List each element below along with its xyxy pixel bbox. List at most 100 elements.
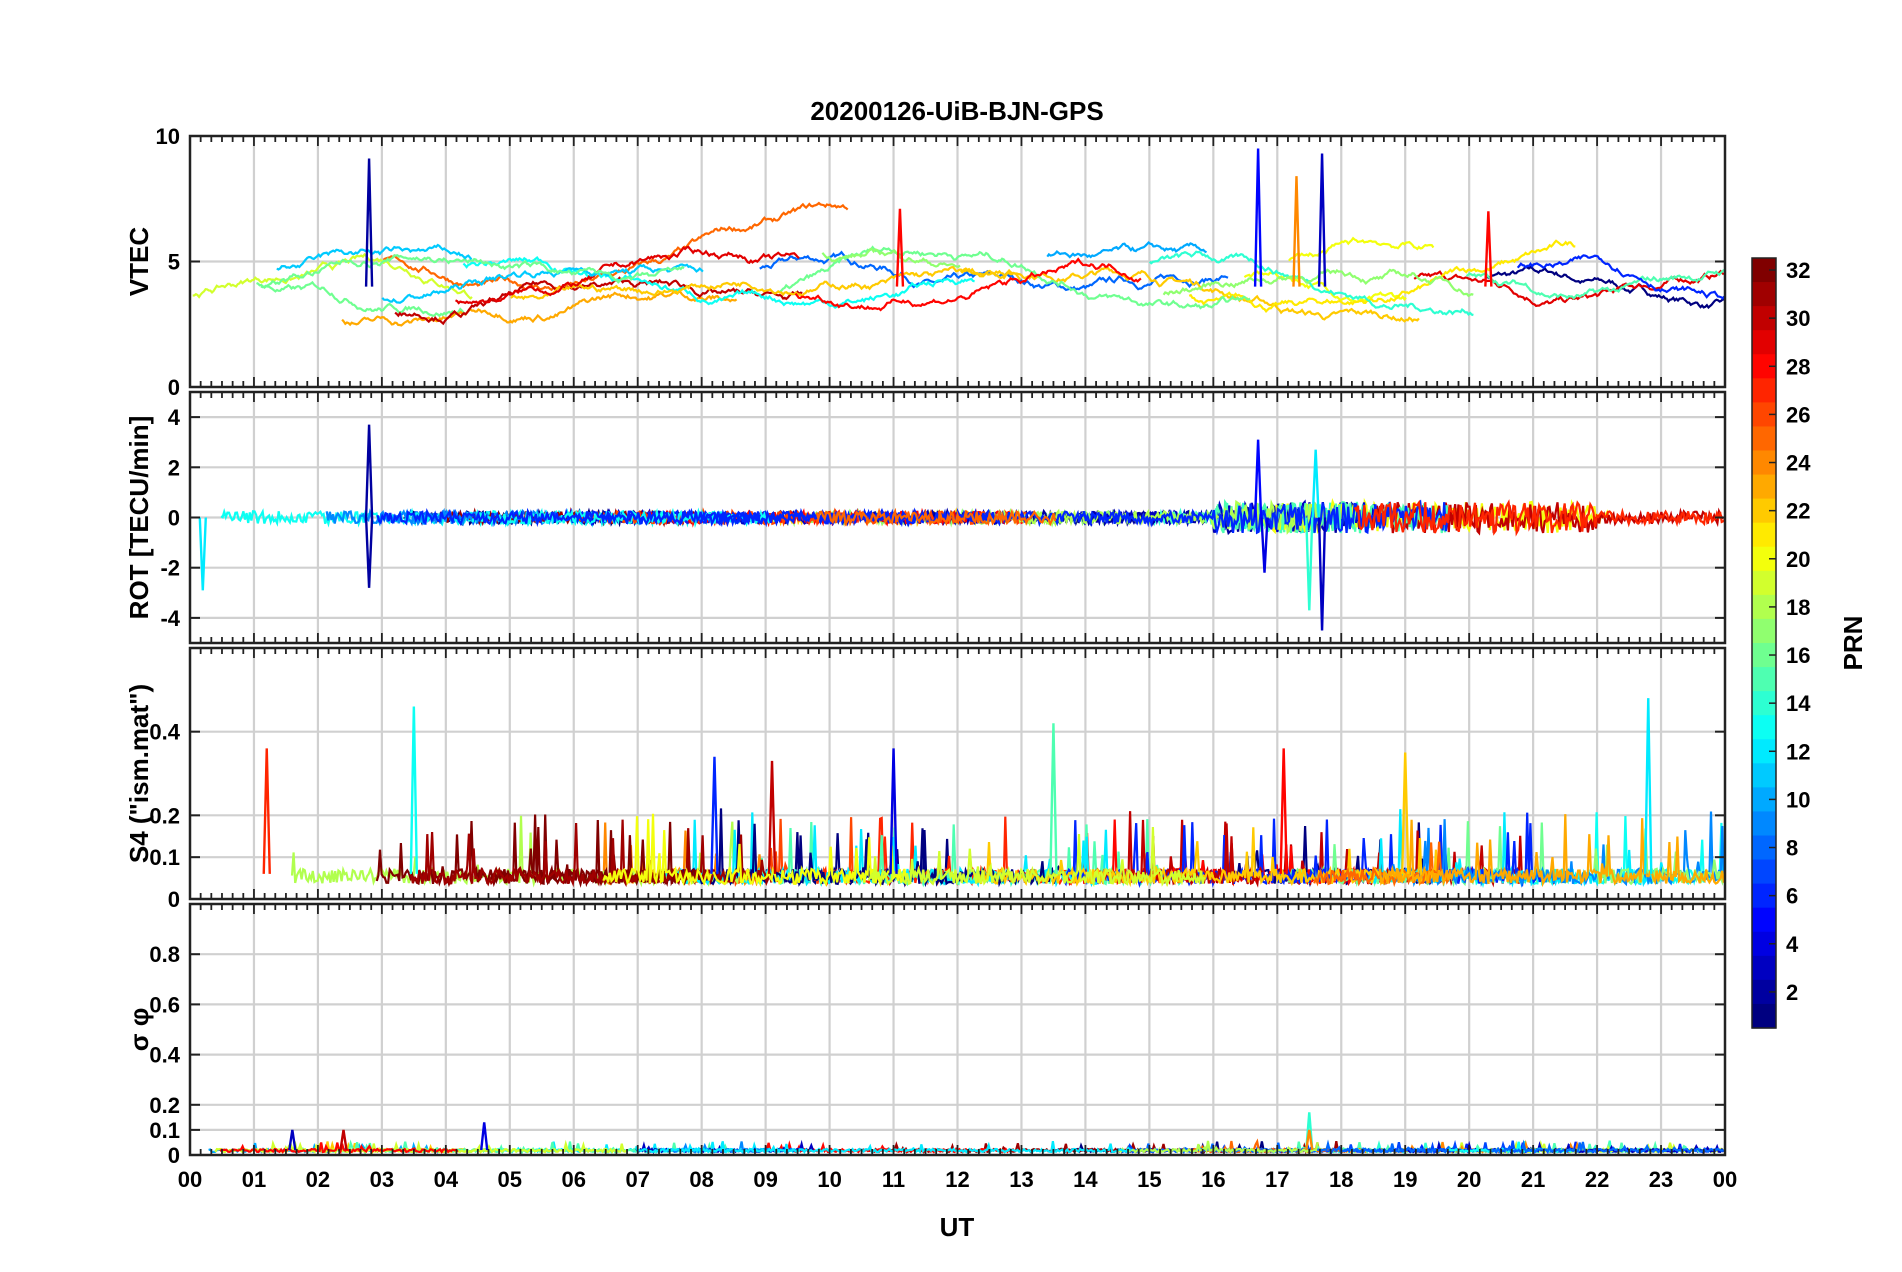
- y-axis-label: ROT [TECU/min]: [124, 416, 154, 620]
- data-spike: [198, 517, 207, 591]
- colorbar-band: [1752, 1003, 1776, 1029]
- colorbar-band: [1752, 570, 1776, 596]
- chart-figure: 20200126-UiB-BJN-GPS 0510VTEC-4-2024ROT …: [124, 96, 1868, 1242]
- y-tick-label: 5: [168, 250, 180, 275]
- x-tick-label: 10: [817, 1167, 841, 1192]
- colorbar-tick-label: 22: [1786, 499, 1810, 524]
- x-tick-label: 07: [625, 1167, 649, 1192]
- colorbar: 2468101214161820222426283032PRN: [1751, 257, 1868, 1029]
- y-tick-label: -2: [160, 556, 180, 581]
- data-spike: [364, 517, 374, 588]
- y-tick-label: 0: [168, 375, 180, 400]
- panel-vtec: 0 5 10 VTEC: [124, 124, 1727, 400]
- colorbar-band: [1752, 763, 1776, 788]
- panel-sigma_phi: 00.10.20.40.60.8σ φ00 01 02 03 04 05 06 07 08 09 1…: [124, 902, 1737, 1192]
- x-tick-label: 09: [753, 1167, 777, 1192]
- y-axis-label: VTEC: [124, 227, 154, 297]
- data-spike: [1317, 517, 1327, 631]
- data-spike: [1279, 748, 1288, 874]
- data-spike: [262, 748, 271, 874]
- x-tick-label: 03: [370, 1167, 394, 1192]
- y-tick-label: 0: [168, 1143, 180, 1168]
- colorbar-label: PRN: [1838, 616, 1868, 671]
- colorbar-tick-label: 32: [1786, 258, 1810, 283]
- x-tick-label: 05: [498, 1167, 522, 1192]
- colorbar-band: [1752, 811, 1776, 837]
- colorbar-band: [1752, 907, 1776, 933]
- x-tick-label: 19: [1393, 1167, 1417, 1192]
- colorbar-tick-label: 20: [1786, 547, 1810, 572]
- y-tick-label: -4: [160, 606, 180, 631]
- colorbar-band: [1752, 522, 1776, 548]
- x-tick-label: 16: [1201, 1167, 1225, 1192]
- colorbar-band: [1752, 618, 1776, 644]
- y-tick-label: 0.4: [149, 1043, 180, 1068]
- y-tick-label: 0.4: [149, 720, 180, 745]
- colorbar-tick-label: 2: [1786, 980, 1798, 1005]
- x-tick-label: 17: [1265, 1167, 1289, 1192]
- colorbar-tick-label: 4: [1786, 932, 1799, 957]
- series-lines: [192, 148, 1725, 327]
- colorbar-tick-label: 8: [1786, 836, 1798, 861]
- chart-panels: 0510VTEC-4-2024ROT [TECU/min]00.10.20.4S…: [124, 124, 1737, 1192]
- data-spike: [1644, 698, 1653, 874]
- data-spike: [364, 424, 374, 518]
- chart-title: 20200126-UiB-BJN-GPS: [810, 96, 1103, 126]
- y-tick-label: 4: [168, 405, 181, 430]
- colorbar-tick-label: 10: [1786, 787, 1810, 812]
- colorbar-band: [1752, 859, 1776, 885]
- colorbar-band: [1752, 955, 1776, 981]
- colorbar-band: [1752, 667, 1776, 692]
- x-tick-label: 22: [1585, 1167, 1609, 1192]
- grid: [190, 136, 1725, 387]
- x-axis-label: UT: [940, 1212, 975, 1242]
- x-tick-label: 14: [1073, 1167, 1098, 1192]
- y-tick-label: 0.2: [149, 1093, 180, 1118]
- prn-series-line: [1046, 241, 1207, 259]
- data-spike: [1292, 176, 1301, 287]
- series-lines: [198, 424, 1725, 631]
- y-tick-label: 2: [168, 455, 180, 480]
- colorbar-tick-label: 28: [1786, 354, 1810, 379]
- prn-series-line: [1288, 236, 1435, 262]
- y-tick-label: 10: [156, 124, 180, 149]
- x-tick-label: 00: [1713, 1167, 1737, 1192]
- x-tick-label: 00: [178, 1167, 202, 1192]
- colorbar-tick-label: 30: [1786, 306, 1810, 331]
- data-spike: [1317, 153, 1327, 287]
- prn-series-line: [260, 280, 465, 318]
- colorbar-tick-label: 18: [1786, 595, 1810, 620]
- colorbar-band: [1752, 426, 1776, 452]
- colorbar-tick-label: 24: [1786, 451, 1811, 476]
- x-tick-label: 12: [945, 1167, 969, 1192]
- colorbar-band: [1752, 378, 1776, 403]
- x-tick-label: 23: [1649, 1167, 1673, 1192]
- x-tick-label: 13: [1009, 1167, 1033, 1192]
- panel-s4: 00.10.20.4S4 ("ism.mat"): [124, 646, 1727, 912]
- colorbar-band: [1752, 474, 1776, 500]
- colorbar-band: [1752, 330, 1776, 355]
- x-tick-label: 06: [562, 1167, 586, 1192]
- y-tick-label: 0.1: [149, 1118, 180, 1143]
- x-tick-label: 02: [306, 1167, 330, 1192]
- colorbar-tick-label: 12: [1786, 739, 1810, 764]
- y-axis-label: S4 ("ism.mat"): [124, 684, 154, 863]
- prn-series-line: [276, 243, 473, 271]
- x-tick-label: 11: [882, 1167, 905, 1192]
- panel-rot: -4 -2 0 2 4 ROT [TECU/min]: [124, 390, 1727, 645]
- y-tick-label: 0: [168, 887, 180, 912]
- series-lines: [262, 698, 1725, 889]
- x-tick-label: 08: [689, 1167, 713, 1192]
- x-tick-label: 21: [1521, 1167, 1545, 1192]
- prn-series-line: [821, 247, 961, 268]
- colorbar-band: [1752, 715, 1776, 740]
- y-tick-label: 0.8: [149, 942, 180, 967]
- prn-series-line: [341, 290, 738, 327]
- data-spike: [1049, 723, 1058, 874]
- prn-series-line: [382, 201, 849, 292]
- x-tick-label: 18: [1329, 1167, 1353, 1192]
- x-tick-label: 15: [1137, 1167, 1161, 1192]
- y-tick-label: 0: [168, 506, 180, 531]
- colorbar-band: [1752, 282, 1776, 307]
- colorbar-tick-label: 26: [1786, 402, 1810, 427]
